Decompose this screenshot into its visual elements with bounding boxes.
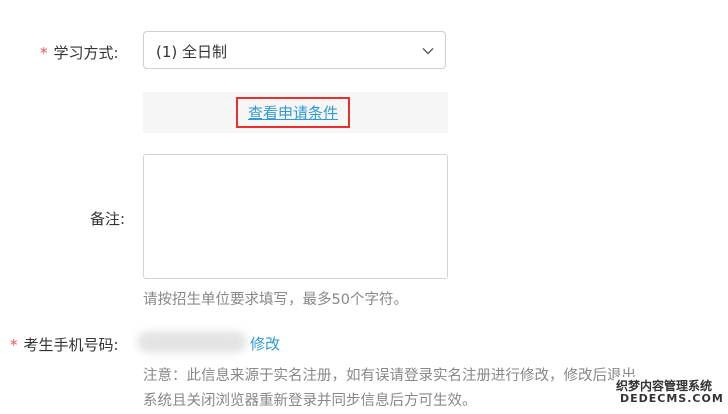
- edit-phone-link[interactable]: 修改: [250, 333, 280, 354]
- required-marker: *: [40, 44, 48, 62]
- view-conditions-link-text: 查看申请条件: [247, 104, 338, 122]
- study-mode-label: 学习方式:: [53, 44, 119, 62]
- study-mode-selected-value: (1) 全日制: [156, 43, 228, 61]
- phone-label-row: * 考生手机号码:: [10, 334, 119, 355]
- phone-note-line-2: 系统且关闭浏览器重新登录并同步信息后方可生效。: [143, 393, 477, 409]
- required-marker: *: [10, 336, 18, 354]
- remarks-hint: 请按招生单位要求填写，最多50个字符。: [143, 292, 408, 308]
- chevron-down-icon: [422, 48, 434, 55]
- phone-note-line-1: 注意：此信息来源于实名注册，如有误请登录实名注册进行修改，修改后退出: [143, 368, 636, 384]
- study-mode-select[interactable]: (1) 全日制: [143, 31, 446, 69]
- phone-number-redacted: [137, 331, 247, 353]
- remarks-label: 备注:: [90, 210, 126, 228]
- view-conditions-link[interactable]: 查看申请条件: [236, 97, 350, 128]
- watermark-domain: DEDECMS.COM: [618, 392, 726, 405]
- study-mode-label-row: * 学习方式:: [40, 42, 119, 63]
- phone-label: 考生手机号码:: [23, 336, 119, 354]
- remarks-textarea[interactable]: [143, 154, 448, 279]
